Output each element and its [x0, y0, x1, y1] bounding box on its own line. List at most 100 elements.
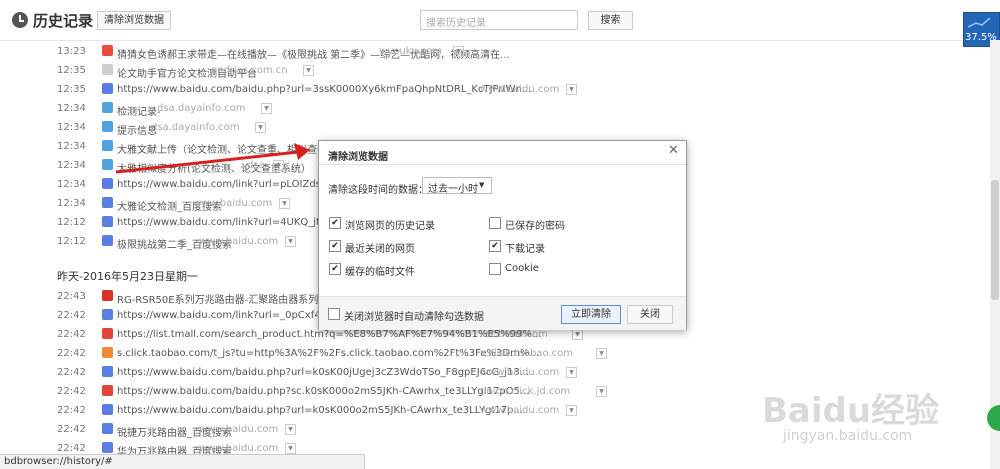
jd-icon	[102, 385, 113, 396]
page-title-link[interactable]: 猜猜女色诱郝王求带走—在线播放—《极限挑战 第二季》—综艺—优酷网，视频高清在.…	[117, 46, 510, 61]
page-title-link[interactable]: https://www.baidu.com/link?url=4UKQ_jtbE…	[117, 217, 349, 228]
row-menu-dropdown[interactable]: ▼	[453, 46, 464, 57]
option-label: 下载记录	[505, 244, 545, 255]
row-menu-dropdown[interactable]: ▼	[596, 386, 607, 397]
row-menu-dropdown[interactable]: ▼	[566, 367, 577, 378]
time-range-select[interactable]: 过去一小时 ▼	[422, 177, 492, 195]
row-menu-dropdown[interactable]: ▼	[285, 424, 296, 435]
history-row[interactable]: 22:42 https://www.baidu.com/baidu.php?url…	[0, 363, 990, 382]
domain-label: www.baidu.com	[480, 405, 560, 416]
visit-time: 22:42	[57, 367, 86, 378]
row-menu-dropdown[interactable]: ▼	[596, 348, 607, 359]
option-checkbox[interactable]: ✔	[329, 240, 341, 252]
visit-time: 12:34	[57, 103, 86, 114]
baidu-icon	[102, 442, 113, 453]
visit-time: 13:23	[57, 46, 86, 57]
history-row[interactable]: 12:34 检测记录-dsa.dayainfo.com ▼	[0, 99, 990, 118]
domain-label: www.baidu.com	[199, 443, 279, 454]
clock-icon	[12, 12, 28, 28]
visit-time: 22:42	[57, 348, 86, 359]
date-header: 昨天-2016年5月23日星期一	[57, 270, 198, 283]
domain-label: list.tmall.com	[480, 329, 548, 340]
row-menu-dropdown[interactable]: ▼	[572, 329, 583, 340]
history-row[interactable]: 12:35 论文助手官方论文检测自助平台 andrias.com.cn ▼	[0, 61, 990, 80]
domain-label: dsa.dayainfo.com	[157, 103, 246, 114]
ie-icon	[102, 121, 113, 132]
row-menu-dropdown[interactable]: ▼	[279, 198, 290, 209]
row-menu-dropdown[interactable]: ▼	[285, 443, 296, 454]
row-menu-dropdown[interactable]: ▼	[566, 405, 577, 416]
visit-time: 12:12	[57, 217, 86, 228]
option-checkbox[interactable]: ✔	[489, 240, 501, 252]
row-menu-dropdown[interactable]: ▼	[261, 103, 272, 114]
ruijie-icon	[102, 290, 113, 301]
visit-time: 12:34	[57, 141, 86, 152]
history-row[interactable]: 12:35 https://www.baidu.com/baidu.php?url…	[0, 80, 990, 99]
option-label: 缓存的临时文件	[345, 267, 415, 278]
visit-time: 22:42	[57, 386, 86, 397]
baidu-icon	[102, 235, 113, 246]
visit-time: 12:34	[57, 179, 86, 190]
clear-browsing-data-button[interactable]: 清除浏览数据	[97, 11, 171, 30]
domain-label: www.baidu.com	[199, 236, 279, 247]
visit-time: 22:42	[57, 405, 86, 416]
domain-label: dsa.dayainfo.com	[151, 122, 240, 133]
cancel-button[interactable]: 关闭	[627, 305, 673, 324]
visit-time: 22:42	[57, 443, 86, 454]
chevron-down-icon: ▼	[479, 181, 485, 189]
option-label: 最近关闭的网页	[345, 244, 415, 255]
option-checkbox[interactable]: ✔	[329, 263, 341, 275]
option-checkbox[interactable]	[489, 217, 501, 229]
page-title-link[interactable]: https://list.tmall.com/search_product.ht…	[117, 329, 541, 340]
page-title-link[interactable]: https://www.baidu.com/baidu.php?url=k0sK…	[117, 405, 523, 416]
youku-icon	[102, 45, 113, 56]
visit-time: 22:42	[57, 310, 86, 321]
tmall-icon	[102, 328, 113, 339]
header-bar: 历史记录 清除浏览数据 搜索历史记录 搜索	[0, 0, 1000, 41]
page-title-link[interactable]: 检测记录-	[117, 103, 161, 118]
page-title-link[interactable]: RG-RSR50E系列万兆路由器-汇聚路由器系列-锐捷网	[117, 291, 352, 306]
auto-clear-checkbox[interactable]	[328, 308, 340, 320]
taobao-icon	[102, 347, 113, 358]
page-title-link[interactable]: https://www.baidu.com/link?url=pLOIZds7-…	[117, 179, 352, 190]
clear-now-button[interactable]: 立即清除	[561, 305, 621, 324]
option-checkbox[interactable]: ✔	[329, 217, 341, 229]
visit-time: 12:35	[57, 84, 86, 95]
visit-time: 12:12	[57, 236, 86, 247]
close-icon[interactable]: ✕	[668, 143, 679, 158]
baidu-icon	[102, 404, 113, 415]
row-menu-dropdown[interactable]: ▼	[285, 236, 296, 247]
row-menu-dropdown[interactable]: ▼	[303, 65, 314, 76]
page-title-link[interactable]: https://www.baidu.com/link?url=_0pCxf4N1…	[117, 310, 352, 321]
clear-data-dialog: 清除浏览数据 ✕ 清除这段时间的数据： 过去一小时 ▼ ✔ 浏览网页的历史记录 已保…	[318, 140, 687, 330]
visit-time: 22:42	[57, 424, 86, 435]
domain-label: www.baidu.com	[193, 198, 273, 209]
page-icon	[102, 64, 113, 75]
baidu-icon	[102, 366, 113, 377]
page-title-link[interactable]: https://www.baidu.com/baidu.php?url=k0sK…	[117, 367, 529, 378]
scrollbar-thumb[interactable]	[991, 180, 999, 300]
time-range-value: 过去一小时	[428, 184, 478, 195]
page-title-link[interactable]: s.click.taobao.com/t_js?tu=http%3A%2F%2F…	[117, 348, 539, 359]
status-bar: bdbrowser://history/#	[0, 454, 365, 469]
chart-icon	[967, 17, 991, 28]
history-row[interactable]: 12:34 提示信息 dsa.dayainfo.com ▼	[0, 118, 990, 137]
search-button[interactable]: 搜索	[588, 11, 633, 30]
row-menu-dropdown[interactable]: ▼	[566, 84, 577, 95]
visit-time: 22:42	[57, 329, 86, 340]
domain-label: s.click.taobao.com	[480, 348, 574, 359]
option-checkbox[interactable]	[489, 263, 501, 275]
domain-label: union.click.jd.com	[480, 386, 571, 397]
history-row[interactable]: 22:42 s.click.taobao.com/t_js?tu=http%3A%…	[0, 344, 990, 363]
search-input[interactable]: 搜索历史记录	[420, 10, 578, 30]
visit-time: 12:34	[57, 122, 86, 133]
option-label: Cookie	[505, 263, 539, 274]
page-title-link[interactable]: https://www.baidu.com/baidu.php?url=3ssK…	[117, 84, 531, 95]
row-menu-dropdown[interactable]: ▼	[255, 122, 266, 133]
option-label: 浏览网页的历史记录	[345, 221, 435, 232]
page-title: 历史记录	[33, 12, 94, 30]
page-title-link[interactable]: https://www.baidu.com/baidu.php?sc.k0sK0…	[117, 386, 530, 397]
baidu-icon	[102, 309, 113, 320]
history-row[interactable]: 13:23 猜猜女色诱郝王求带走—在线播放—《极限挑战 第二季》—综艺—优酷网，视…	[0, 42, 990, 61]
visit-time: 12:35	[57, 65, 86, 76]
